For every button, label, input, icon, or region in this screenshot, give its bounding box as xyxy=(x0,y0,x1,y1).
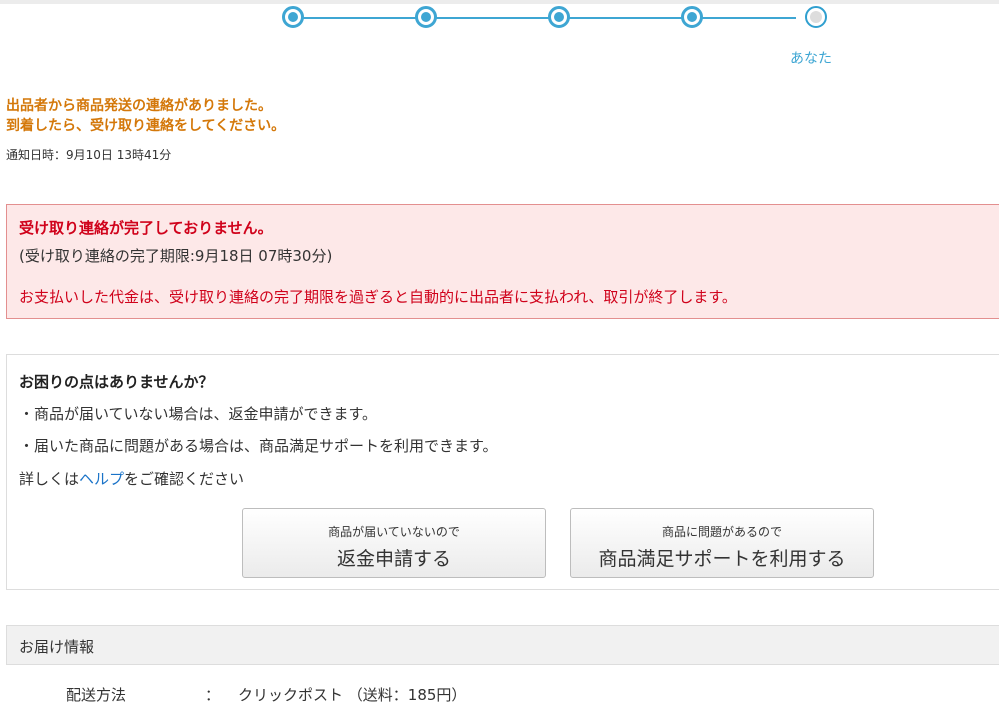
support-button-label: 商品満足サポートを利用する xyxy=(598,548,846,570)
help-heading: お困りの点はありませんか？ xyxy=(19,373,214,391)
support-button-subtext: 商品に問題があるので xyxy=(661,525,782,539)
notice-line-2: 到着したら、受け取り連絡をしてください。 xyxy=(6,118,286,134)
warning-title: 受け取り連絡が完了しておりません。 xyxy=(19,219,273,237)
help-more-prefix: 詳しくは xyxy=(19,470,80,488)
warning-body: お支払いした代金は、受け取り連絡の完了期限を過ぎると自動的に出品者に支払われ、取… xyxy=(19,288,737,306)
shipping-method-value: クリックポスト （送料：185円） xyxy=(238,686,467,704)
progress-step-2 xyxy=(415,6,437,28)
shipping-method-label: 配送方法 xyxy=(66,686,127,704)
notice-date: 通知日時：9月10日 13時41分 xyxy=(6,148,172,162)
help-more-line: 詳しくはヘルプをご確認ください xyxy=(19,468,244,489)
shipping-method-colon: ： xyxy=(205,686,221,704)
delivery-info-title: お届け情報 xyxy=(19,638,95,656)
progress-step-4 xyxy=(681,6,703,28)
help-box: お困りの点はありませんか？ ・商品が届いていない場合は、返金申請ができます。 ・… xyxy=(6,354,999,590)
satisfaction-support-button[interactable]: 商品に問題があるので 商品満足サポートを利用する xyxy=(570,508,874,578)
help-bullet-support: ・届いた商品に問題がある場合は、商品満足サポートを利用できます。 xyxy=(19,437,498,455)
delivery-info-header: お届け情報 xyxy=(6,625,999,665)
help-more-suffix: をご確認ください xyxy=(124,470,245,488)
help-bullet-refund: ・商品が届いていない場合は、返金申請ができます。 xyxy=(19,405,378,423)
warning-deadline: (受け取り連絡の完了期限:9月18日 07時30分) xyxy=(19,247,333,265)
help-link[interactable]: ヘルプ xyxy=(79,470,124,488)
progress-tracker: あなた xyxy=(0,0,999,70)
refund-button-subtext: 商品が届いていないので xyxy=(328,525,460,539)
notice-title: 出品者から商品発送の連絡がありました。 到着したら、受け取り連絡をしてください。 xyxy=(6,96,285,136)
notice-line-1: 出品者から商品発送の連絡がありました。 xyxy=(6,98,272,114)
warning-box: 受け取り連絡が完了しておりません。 (受け取り連絡の完了期限:9月18日 07時… xyxy=(6,204,999,319)
refund-button-label: 返金申請する xyxy=(336,548,451,570)
progress-step-label: あなた xyxy=(790,51,832,67)
progress-step-1 xyxy=(282,6,304,28)
refund-request-button[interactable]: 商品が届いていないので 返金申請する xyxy=(242,508,546,578)
progress-step-3 xyxy=(548,6,570,28)
progress-step-5 xyxy=(805,6,827,28)
